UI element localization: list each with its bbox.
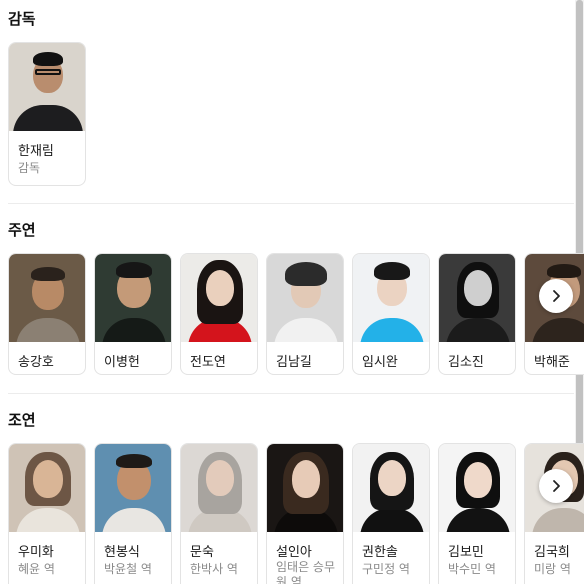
person-photo [95,444,171,532]
support-row: 우미화 혜윤 역 현봉식 박윤철 역 문숙 한박사 역 설인아 임태은 승무원 … [8,443,584,584]
person-name: 한재림 [18,144,54,159]
person-photo [439,254,515,342]
person-photo [9,444,85,532]
section-divider [8,393,574,394]
person-name: 김소진 [448,355,484,370]
person-card[interactable]: 한재림 감독 [8,42,86,186]
person-name: 권한솔 [362,545,398,560]
person-name: 현봉식 [104,545,140,560]
person-photo [267,254,343,342]
person-card[interactable]: 김소진 [438,253,516,375]
person-role: 박수민 역 [448,562,496,576]
person-card[interactable]: 박해준 [524,253,584,375]
person-name: 이병헌 [104,355,140,370]
person-name: 김남길 [276,355,312,370]
person-photo [267,444,343,532]
person-photo [9,254,85,342]
person-photo [353,254,429,342]
person-name: 송강호 [18,355,54,370]
person-photo [353,444,429,532]
person-name: 박해준 [534,355,570,370]
person-name: 설인아 [276,545,312,560]
next-button[interactable] [539,279,573,313]
lead-row: 송강호 이병헌 전도연 김남길 임시완 김소진 박해준 [8,253,584,375]
person-card[interactable]: 권한솔 구민정 역 [352,443,430,584]
person-card[interactable]: 전도연 [180,253,258,375]
person-name: 문숙 [190,545,214,560]
chevron-right-icon [553,290,560,302]
person-card[interactable]: 임시완 [352,253,430,375]
lead-section-title: 주연 [8,221,36,239]
person-photo [181,254,257,342]
person-card[interactable]: 우미화 혜윤 역 [8,443,86,584]
person-role: 혜윤 역 [18,562,55,576]
support-section: 조연 우미화 혜윤 역 현봉식 박윤철 역 문숙 한박사 역 설인아 임태은 승… [8,409,584,584]
person-name: 전도연 [190,355,226,370]
person-card[interactable]: 현봉식 박윤철 역 [94,443,172,584]
section-divider [8,203,574,204]
person-card[interactable]: 김국희 미랑 역 [524,443,584,584]
person-name: 김보민 [448,545,484,560]
support-section-title: 조연 [8,411,36,429]
person-card[interactable]: 송강호 [8,253,86,375]
person-name: 임시완 [362,355,398,370]
person-card[interactable]: 김남길 [266,253,344,375]
person-role: 박윤철 역 [104,562,152,576]
person-name: 우미화 [18,545,54,560]
director-row: 한재림 감독 [8,42,584,186]
director-section-title: 감독 [8,10,36,28]
person-card[interactable]: 이병헌 [94,253,172,375]
person-card[interactable]: 설인아 임태은 승무원 역 [266,443,344,584]
person-name: 김국희 [534,545,570,560]
person-card[interactable]: 김보민 박수민 역 [438,443,516,584]
person-role: 한박사 역 [190,562,238,576]
person-role: 구민정 역 [362,562,410,576]
person-photo [439,444,515,532]
person-card[interactable]: 문숙 한박사 역 [180,443,258,584]
person-photo [95,254,171,342]
chevron-right-icon [553,480,560,492]
director-section: 감독 한재림 감독 [8,8,576,186]
person-photo [9,43,85,131]
person-role: 미랑 역 [534,562,571,576]
person-role: 감독 [18,161,41,175]
next-button[interactable] [539,469,573,503]
person-photo [181,444,257,532]
person-role: 임태은 승무원 역 [276,560,336,584]
lead-section: 주연 송강호 이병헌 전도연 김남길 임시완 김소진 박해준 [8,219,584,375]
